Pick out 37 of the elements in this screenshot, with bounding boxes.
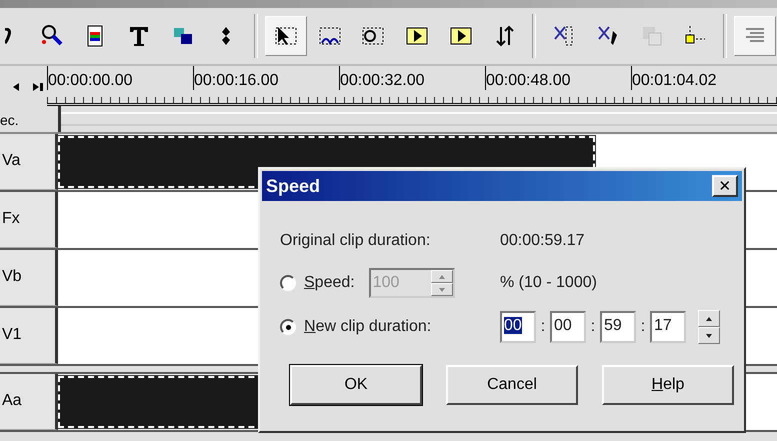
toolbar-button[interactable] (265, 16, 307, 56)
time-field[interactable]: 00 (550, 311, 586, 343)
separator-text: : (590, 318, 596, 336)
up-arrow-icon (706, 316, 712, 320)
ruler-label: 00:00:48.00 (485, 66, 631, 90)
time-ruler[interactable]: 00:00:00.00 00:00:16.00 00:00:32.00 00:00:48.00 00:01:04.02 (47, 66, 777, 106)
ruler-label: 00:01:04.02 (631, 66, 777, 90)
radio-button[interactable] (280, 275, 296, 291)
track-header[interactable]: Fx (0, 192, 58, 248)
time-field[interactable]: 00 (500, 311, 536, 343)
ruler-label: 00:00:32.00 (339, 66, 485, 90)
down-arrow-icon (438, 288, 445, 292)
dialog-button[interactable]: Help (602, 365, 734, 405)
diamonds-icon (221, 26, 232, 46)
down-arrow-icon (706, 334, 712, 338)
radio-button[interactable] (280, 319, 296, 335)
separator-text: : (640, 318, 646, 336)
separator-text: : (540, 318, 546, 336)
time-field[interactable]: 17 (650, 311, 686, 343)
option-label[interactable]: Speed: (304, 274, 355, 292)
duration-value: 00:00:59.17 (500, 232, 585, 250)
track-header[interactable]: Va (0, 134, 58, 190)
ruler-label: 00:00:16.00 (193, 66, 339, 90)
dialog-button[interactable]: Cancel (446, 365, 578, 405)
up-arrow-icon (438, 274, 445, 278)
dialog-button[interactable]: OK (290, 365, 422, 405)
range-text: % (10 - 1000) (500, 274, 597, 292)
track-header[interactable]: Aa (0, 374, 58, 430)
track-header[interactable]: Vb (0, 250, 58, 306)
dialog-title: Speed (266, 176, 320, 196)
option-label[interactable]: New clip duration: (304, 318, 432, 336)
field-label: Original clip duration: (280, 232, 432, 250)
spin-button[interactable] (698, 310, 720, 344)
ruler-label: 00:00:00.00 (47, 66, 193, 90)
time-field[interactable]: 59 (600, 311, 636, 343)
close-button[interactable]: ✕ (712, 175, 738, 197)
track-header[interactable]: V1 (0, 308, 58, 364)
